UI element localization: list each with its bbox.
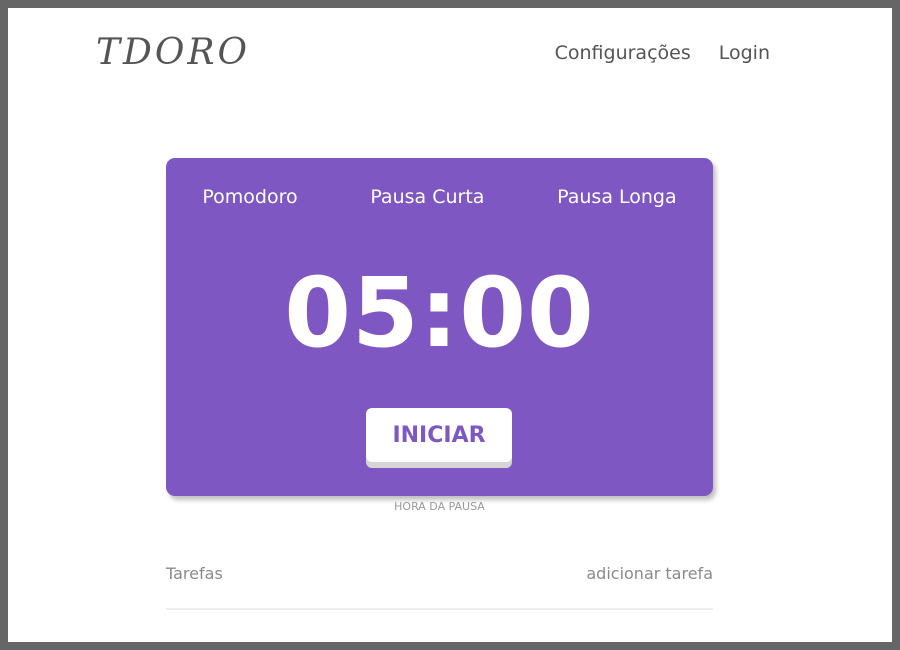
- tasks-divider: [166, 608, 713, 610]
- tab-long-break[interactable]: Pausa Longa: [547, 186, 687, 208]
- tasks-title: Tarefas: [166, 564, 223, 583]
- tab-short-break[interactable]: Pausa Curta: [360, 186, 494, 208]
- timer-card: Pomodoro Pausa Curta Pausa Longa 05:00 I…: [166, 158, 713, 496]
- nav-settings-link[interactable]: Configurações: [555, 42, 691, 64]
- nav-menu: Configurações Login: [555, 42, 770, 64]
- timer-display: 05:00: [284, 257, 595, 369]
- logo[interactable]: TDORO: [96, 32, 250, 73]
- app-page: TDORO Configurações Login Pomodoro Pausa…: [8, 8, 892, 642]
- tab-pomodoro[interactable]: Pomodoro: [192, 186, 307, 208]
- pause-status-label: HORA DA PAUSA: [394, 500, 485, 513]
- nav-login-link[interactable]: Login: [719, 42, 770, 64]
- mode-tabs: Pomodoro Pausa Curta Pausa Longa: [166, 186, 713, 208]
- start-button[interactable]: INICIAR: [366, 408, 512, 462]
- header: TDORO Configurações Login: [8, 8, 892, 103]
- add-task-link[interactable]: adicionar tarefa: [586, 564, 713, 583]
- tasks-header: Tarefas adicionar tarefa: [166, 564, 713, 583]
